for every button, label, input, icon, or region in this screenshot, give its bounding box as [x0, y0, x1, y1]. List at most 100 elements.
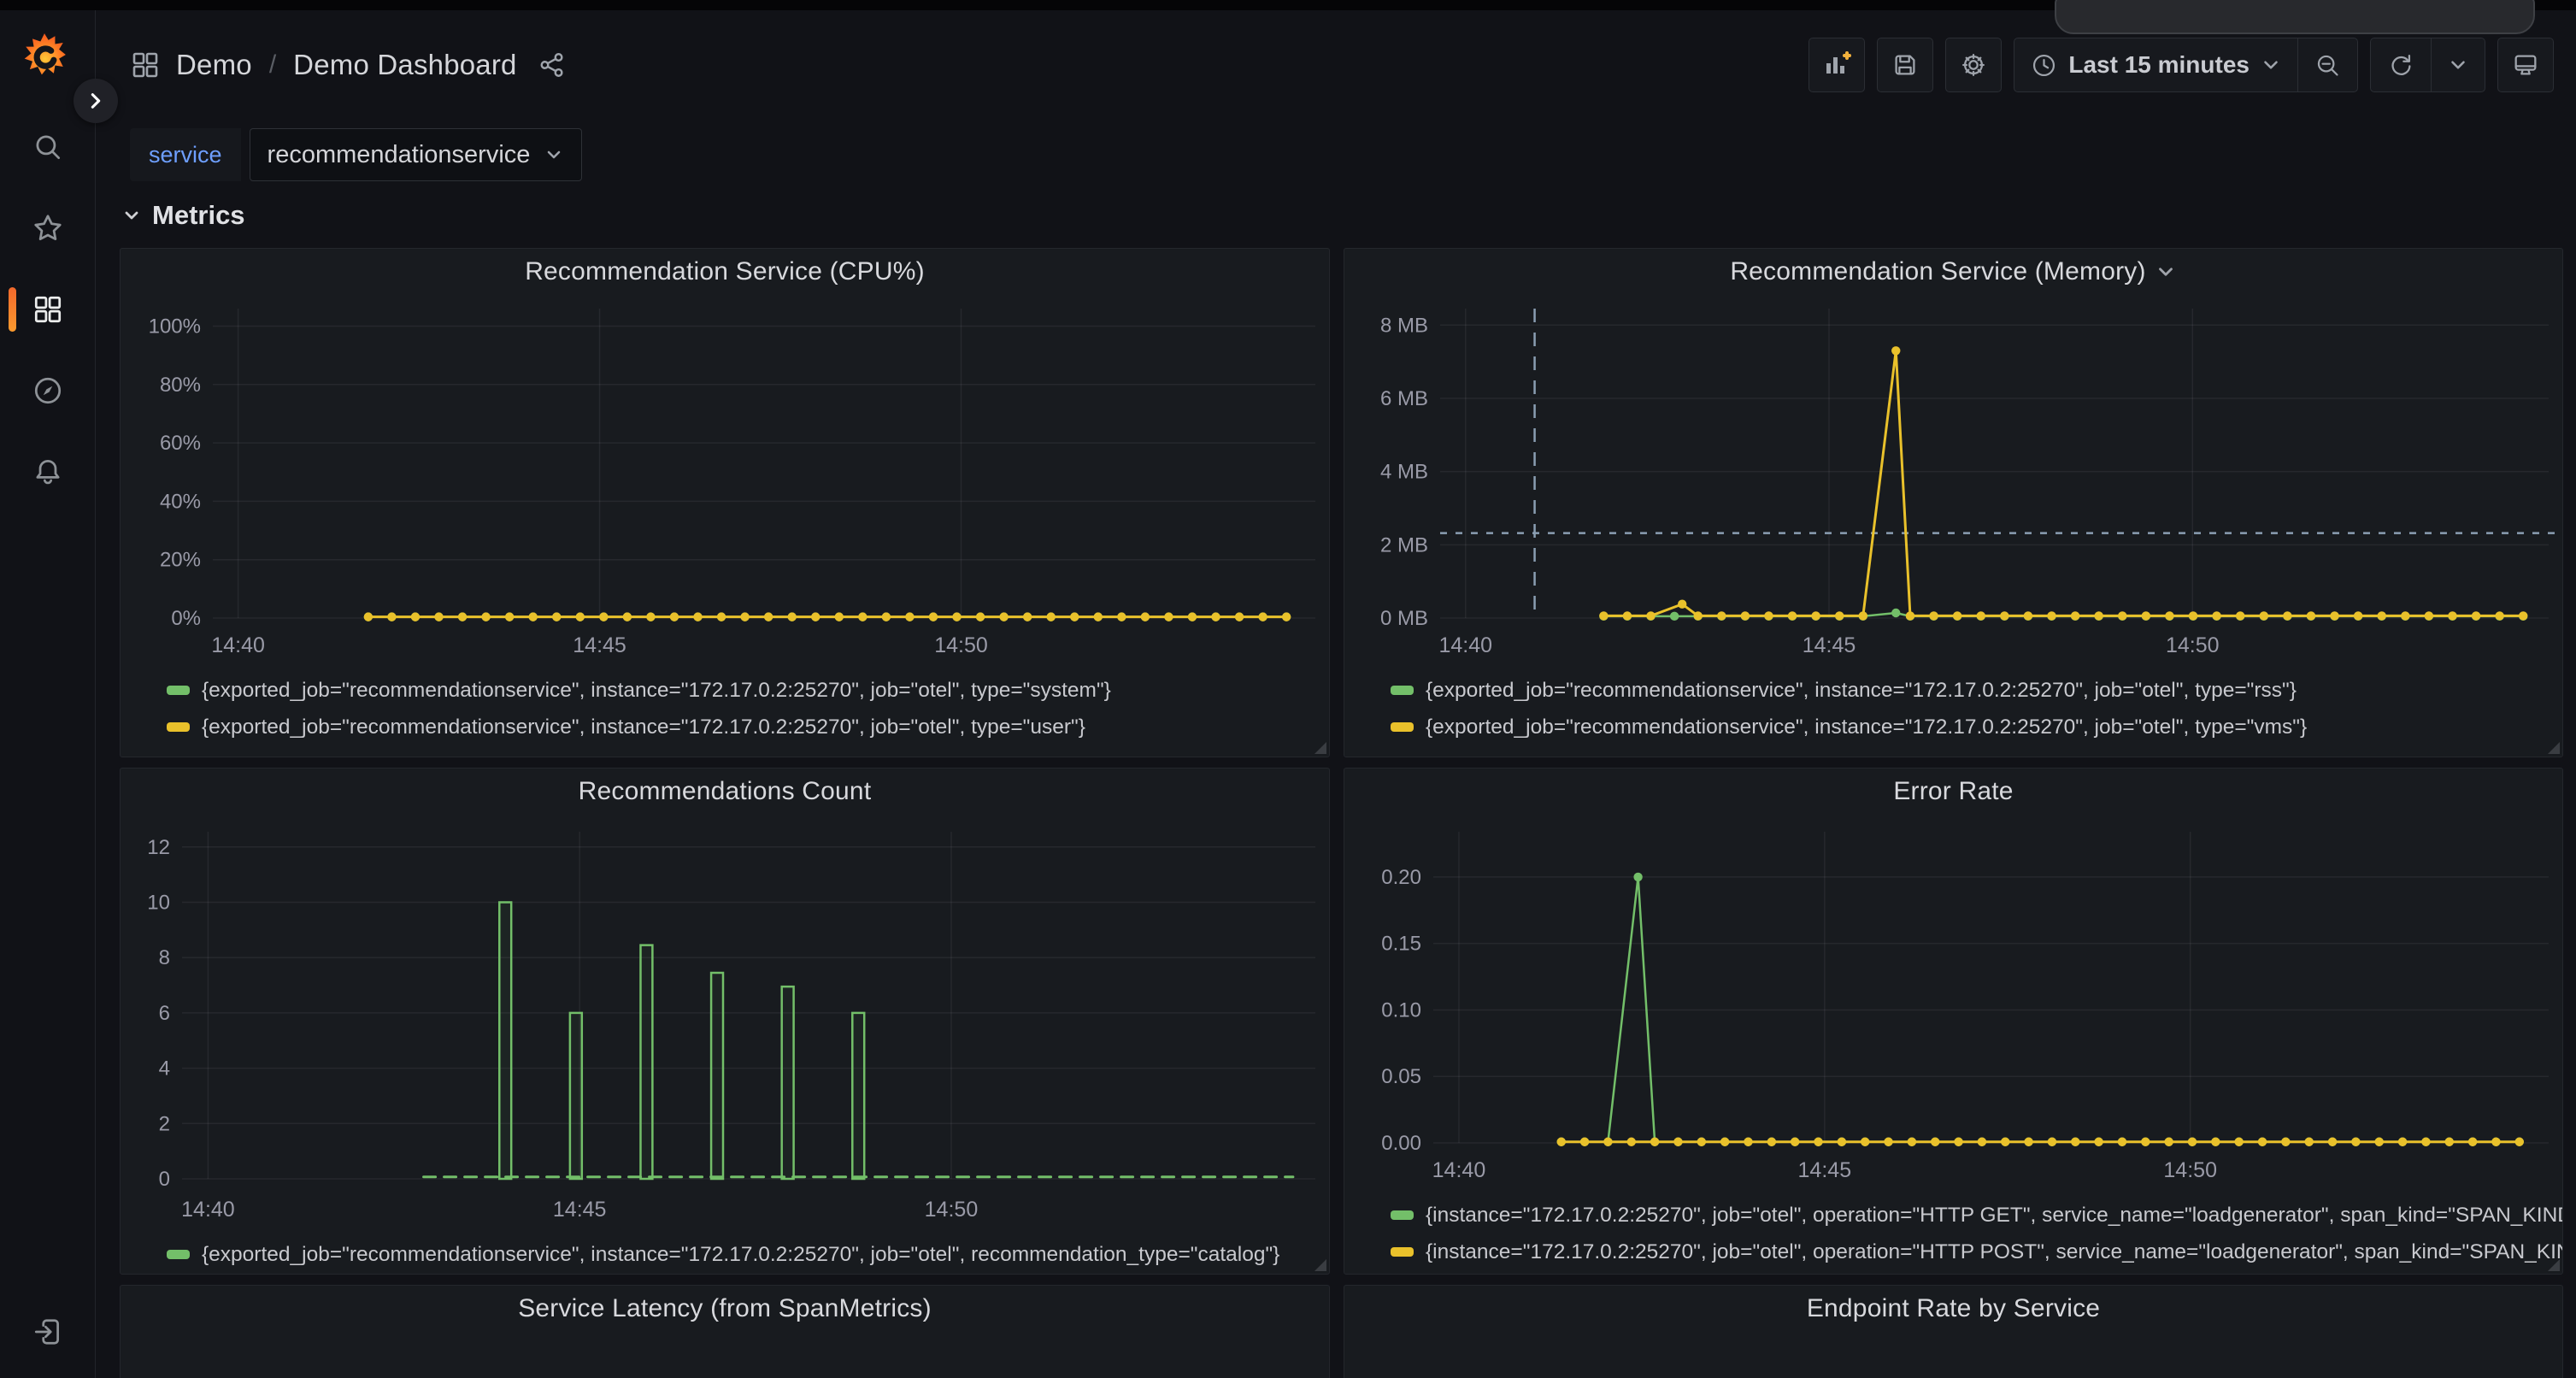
variable-label: service — [130, 128, 241, 181]
save-icon — [1891, 50, 1920, 80]
svg-text:14:50: 14:50 — [934, 633, 988, 657]
grafana-app: Demo / Demo Dashboard — [0, 0, 2576, 1378]
legend-item[interactable]: {exported_job="recommendationservice", i… — [167, 672, 1320, 709]
memory-legend: {exported_job="recommendationservice", i… — [1344, 667, 2562, 745]
clock-icon — [2030, 51, 2058, 80]
bell-icon — [32, 456, 64, 488]
svg-text:0.05: 0.05 — [1381, 1065, 1421, 1088]
zoom-out-time-button[interactable] — [2297, 38, 2357, 91]
dashboard-settings-button[interactable] — [1945, 38, 2002, 92]
svg-text:0.15: 0.15 — [1381, 933, 1421, 956]
time-range-label: Last 15 minutes — [2068, 51, 2250, 79]
sidebar-item-dashboards[interactable] — [0, 279, 96, 340]
legend-item[interactable]: {exported_job="recommendationservice", i… — [167, 709, 1320, 745]
grafana-logo-icon[interactable] — [21, 31, 68, 79]
share-button[interactable] — [538, 50, 567, 80]
svg-text:20%: 20% — [160, 549, 201, 572]
svg-text:14:40: 14:40 — [211, 633, 265, 657]
time-range-picker[interactable]: Last 15 minutes — [2014, 38, 2297, 91]
legend-item[interactable]: {instance="172.17.0.2:25270", job="otel"… — [1391, 1234, 2554, 1270]
svg-text:14:45: 14:45 — [553, 1198, 607, 1222]
variable-value-dropdown[interactable]: recommendationservice — [250, 128, 583, 181]
kiosk-mode-button[interactable] — [2497, 38, 2554, 92]
search-icon — [32, 131, 64, 163]
legend-item[interactable]: {exported_job="recommendationservice", i… — [1391, 709, 2554, 745]
svg-text:0: 0 — [159, 1168, 170, 1191]
save-dashboard-button[interactable] — [1877, 38, 1933, 92]
row-header-metrics[interactable]: Metrics — [96, 186, 2576, 243]
zoom-out-icon — [2314, 51, 2342, 80]
panel-title[interactable]: Recommendation Service (Memory) — [1730, 257, 2145, 286]
sidebar-item-starred[interactable] — [0, 197, 96, 259]
legend-item[interactable]: {exported_job="recommendationservice", i… — [167, 1236, 1320, 1273]
sidebar-item-explore[interactable] — [0, 360, 96, 421]
svg-text:14:45: 14:45 — [573, 633, 626, 657]
svg-text:2 MB: 2 MB — [1380, 533, 1428, 556]
svg-text:6: 6 — [159, 1002, 170, 1025]
refresh-interval-dropdown[interactable] — [2431, 38, 2485, 91]
chevron-right-icon — [86, 91, 105, 110]
active-indicator — [9, 287, 16, 332]
cpu-chart[interactable]: 0%20%40%60%80%100%14:4014:4514:50 — [121, 295, 1329, 667]
browser-overlay-pill — [2055, 0, 2535, 34]
legend-label: {instance="172.17.0.2:25270", job="otel"… — [1426, 1204, 2562, 1228]
sidebar — [0, 10, 96, 1378]
panel-title[interactable]: Recommendation Service (CPU%) — [525, 257, 925, 286]
chevron-down-icon — [2260, 54, 2282, 76]
svg-text:10: 10 — [147, 891, 170, 914]
chevron-down-icon — [121, 205, 142, 226]
svg-text:0.10: 0.10 — [1381, 998, 1421, 1022]
breadcrumb: Demo / Demo Dashboard — [130, 49, 567, 81]
refresh-button[interactable] — [2371, 38, 2431, 91]
dashboard-grid: Recommendation Service (CPU%) 0%20%40%60… — [96, 243, 2576, 1378]
breadcrumb-current[interactable]: Demo Dashboard — [293, 49, 516, 81]
svg-text:14:45: 14:45 — [1798, 1158, 1852, 1182]
panel-title[interactable]: Recommendations Count — [579, 777, 872, 806]
panel-endpoint-rate: Endpoint Rate by Service — [1344, 1285, 2563, 1378]
recommendations-count-chart[interactable]: 02468101214:4014:4514:50 — [121, 815, 1329, 1231]
refresh-group — [2370, 38, 2485, 92]
legend-label: {exported_job="recommendationservice", i… — [202, 679, 1111, 703]
legend-label: {exported_job="recommendationservice", i… — [202, 716, 1085, 739]
sidebar-item-alerting[interactable] — [0, 441, 96, 503]
toolbar: Last 15 minutes — [1808, 38, 2554, 92]
add-panel-icon — [1821, 50, 1852, 80]
sign-in-icon — [32, 1316, 64, 1348]
recommendations-count-legend: {exported_job="recommendationservice", i… — [121, 1231, 1329, 1273]
refresh-icon — [2386, 50, 2415, 80]
svg-text:0 MB: 0 MB — [1380, 607, 1428, 630]
monitor-icon — [2511, 50, 2540, 80]
error-rate-chart[interactable]: 0.000.050.100.150.2014:4014:4514:50 — [1344, 815, 2562, 1192]
sidebar-expand-button[interactable] — [74, 79, 118, 123]
svg-text:6 MB: 6 MB — [1380, 387, 1428, 410]
panel-cpu: Recommendation Service (CPU%) 0%20%40%60… — [120, 248, 1330, 757]
add-panel-button[interactable] — [1808, 38, 1865, 92]
memory-chart[interactable]: 0 MB2 MB4 MB6 MB8 MB14:4014:4514:50 — [1344, 295, 2562, 667]
breadcrumb-root[interactable]: Demo — [176, 49, 252, 81]
panel-title[interactable]: Endpoint Rate by Service — [1807, 1294, 2100, 1323]
compass-icon — [32, 374, 64, 407]
svg-text:14:50: 14:50 — [925, 1198, 979, 1222]
svg-text:60%: 60% — [160, 432, 201, 455]
panel-title[interactable]: Service Latency (from SpanMetrics) — [518, 1294, 932, 1323]
panel-service-latency: Service Latency (from SpanMetrics) — [120, 1285, 1330, 1378]
panel-menu-chevron-icon[interactable] — [2155, 261, 2177, 283]
cpu-legend: {exported_job="recommendationservice", i… — [121, 667, 1329, 745]
legend-label: {instance="172.17.0.2:25270", job="otel"… — [1426, 1240, 2562, 1264]
legend-swatch-icon — [167, 686, 190, 695]
legend-item[interactable]: {instance="172.17.0.2:25270", job="otel"… — [1391, 1197, 2554, 1234]
legend-item[interactable]: {exported_job="recommendationservice", i… — [1391, 672, 2554, 709]
sidebar-item-sign-in[interactable] — [0, 1301, 96, 1363]
svg-text:4 MB: 4 MB — [1380, 461, 1428, 484]
time-picker-group: Last 15 minutes — [2014, 38, 2358, 92]
legend-swatch-icon — [1391, 686, 1414, 695]
svg-text:14:50: 14:50 — [2166, 633, 2220, 657]
svg-text:0.00: 0.00 — [1381, 1132, 1421, 1155]
sidebar-item-search[interactable] — [0, 116, 96, 178]
dashboard-grid-icon[interactable] — [130, 50, 161, 80]
svg-text:14:40: 14:40 — [1432, 1158, 1486, 1182]
legend-label: {exported_job="recommendationservice", i… — [1426, 679, 2297, 703]
panel-memory: Recommendation Service (Memory) 0 MB 2 MB… — [1344, 248, 2563, 757]
panel-title[interactable]: Error Rate — [1893, 777, 2013, 806]
chevron-down-icon — [2447, 54, 2469, 76]
